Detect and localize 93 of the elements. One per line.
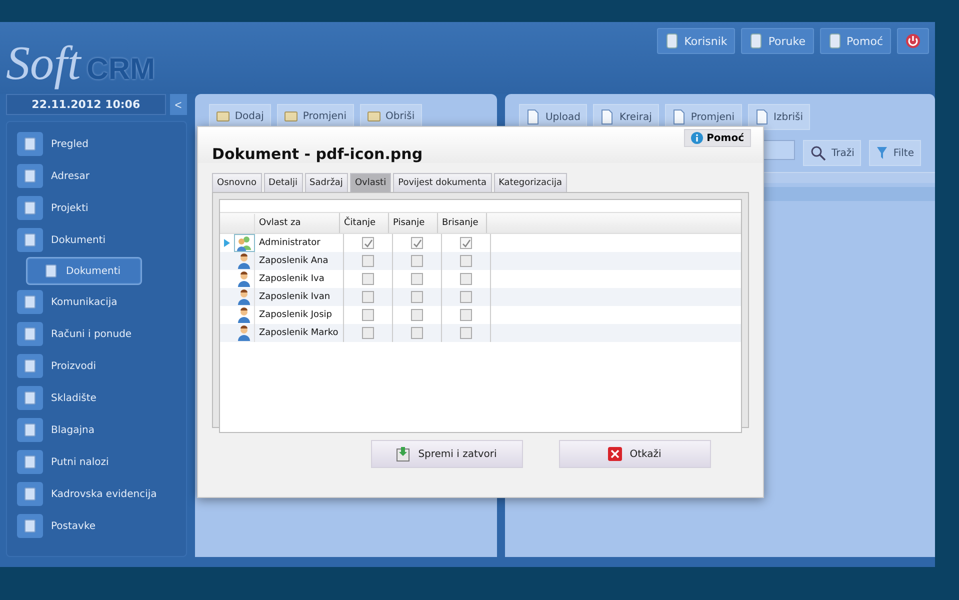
toolbar-button[interactable]: Promjeni [276, 104, 354, 128]
checkbox[interactable] [460, 255, 472, 267]
column-header: Brisanje [438, 213, 487, 233]
header-button[interactable]: Pomoć [820, 28, 891, 54]
sidebar-item[interactable]: Dokumenti [13, 226, 180, 254]
checkbox[interactable] [362, 309, 374, 321]
user-icon [237, 307, 251, 323]
sidebar-item[interactable]: Proizvodi [13, 352, 180, 380]
page-icon [23, 455, 37, 469]
page-icon [23, 201, 37, 215]
sidebar-item[interactable]: Projekti [13, 194, 180, 222]
sidebar-item[interactable]: Kadrovska evidencija [13, 480, 180, 508]
page-icon [23, 359, 37, 373]
save-button[interactable]: Spremi i zatvori [370, 440, 522, 468]
header-button[interactable]: Korisnik [657, 28, 736, 54]
checkbox[interactable] [411, 255, 423, 267]
search-button[interactable]: Traži [803, 140, 862, 166]
checkbox[interactable] [460, 237, 472, 249]
sidebar-subitem[interactable]: Dokumenti [27, 258, 141, 284]
sidebar-item[interactable]: Računi i ponude [13, 320, 180, 348]
cancel-button[interactable]: Otkaži [558, 440, 710, 468]
logo-script-text: Soft [6, 40, 81, 88]
tab[interactable]: Povijest dokumenta [393, 173, 492, 192]
search-icon [810, 145, 826, 161]
column-header: Čitanje [340, 213, 389, 233]
page-icon [23, 391, 37, 405]
user-icon [237, 253, 251, 269]
user-icon [237, 325, 251, 341]
tab[interactable]: Ovlasti [350, 173, 392, 192]
toolbar-button[interactable]: Obriši [360, 104, 422, 128]
filter-button[interactable]: Filte [869, 140, 921, 166]
sidebar-item[interactable]: Komunikacija [13, 288, 180, 316]
sidebar-item[interactable]: Adresar [13, 162, 180, 190]
tab[interactable]: Sadržaj [304, 173, 348, 192]
checkbox[interactable] [362, 255, 374, 267]
folder-icon [216, 109, 230, 123]
power-icon [905, 33, 921, 49]
column-header: Pisanje [389, 213, 438, 233]
tab[interactable]: Osnovno [212, 173, 262, 192]
page-icon [23, 137, 37, 151]
sidebar-item[interactable]: Pregled [13, 130, 180, 158]
header-button[interactable]: Poruke [741, 28, 814, 54]
checkbox[interactable] [460, 273, 472, 285]
tab[interactable]: Detalji [264, 173, 303, 192]
checkbox[interactable] [362, 237, 374, 249]
page-icon [665, 33, 680, 49]
checkbox[interactable] [411, 237, 423, 249]
power-button[interactable] [897, 28, 929, 54]
column-header: Ovlast za [255, 213, 340, 233]
checkbox[interactable] [460, 309, 472, 321]
tab[interactable]: Kategorizacija [494, 173, 568, 192]
page-icon [828, 33, 842, 49]
checkbox[interactable] [362, 273, 374, 285]
page-icon [749, 33, 764, 49]
checkbox[interactable] [460, 291, 472, 303]
info-icon [690, 132, 703, 144]
toolbar-button[interactable]: Izbriši [748, 104, 810, 130]
page-icon [23, 295, 37, 309]
users-icon [236, 235, 252, 251]
logo-bold-text: CRM [86, 53, 155, 87]
sidebar-item[interactable]: Skladište [13, 384, 180, 412]
sidebar-item[interactable]: Blagajna [13, 416, 180, 444]
collapse-button[interactable]: < [170, 94, 187, 115]
page-icon [23, 169, 37, 183]
date-time-display: 22.11.2012 10:06 [6, 94, 166, 115]
page-icon [23, 423, 37, 437]
table-cell: Zaposlenik Marko [255, 324, 344, 342]
toolbar-button[interactable]: Dodaj [208, 104, 271, 128]
save-icon [396, 446, 410, 462]
checkbox[interactable] [411, 309, 423, 321]
table-cell: Zaposlenik Ana [255, 252, 344, 270]
user-icon [237, 271, 251, 287]
dialog-title: Dokument - pdf-icon.png [212, 145, 423, 163]
checkbox[interactable] [460, 327, 472, 339]
help-button[interactable]: Pomoć [684, 129, 751, 147]
checkbox[interactable] [411, 291, 423, 303]
folder-icon [366, 109, 381, 123]
folder-icon [284, 109, 298, 123]
page-icon [23, 233, 37, 247]
user-icon [237, 289, 251, 305]
checkbox[interactable] [362, 327, 374, 339]
checkbox[interactable] [411, 273, 423, 285]
funnel-icon [876, 145, 888, 161]
table-cell: Zaposlenik Ivan [255, 288, 344, 306]
page-icon [44, 264, 58, 278]
sidebar-item[interactable]: Postavke [13, 512, 180, 540]
checkbox[interactable] [411, 327, 423, 339]
page-icon [23, 519, 37, 533]
close-icon [608, 447, 622, 461]
checkbox[interactable] [362, 291, 374, 303]
sidebar-item[interactable]: Putni nalozi [13, 448, 180, 476]
page-icon [23, 327, 37, 341]
page-icon [23, 487, 37, 501]
